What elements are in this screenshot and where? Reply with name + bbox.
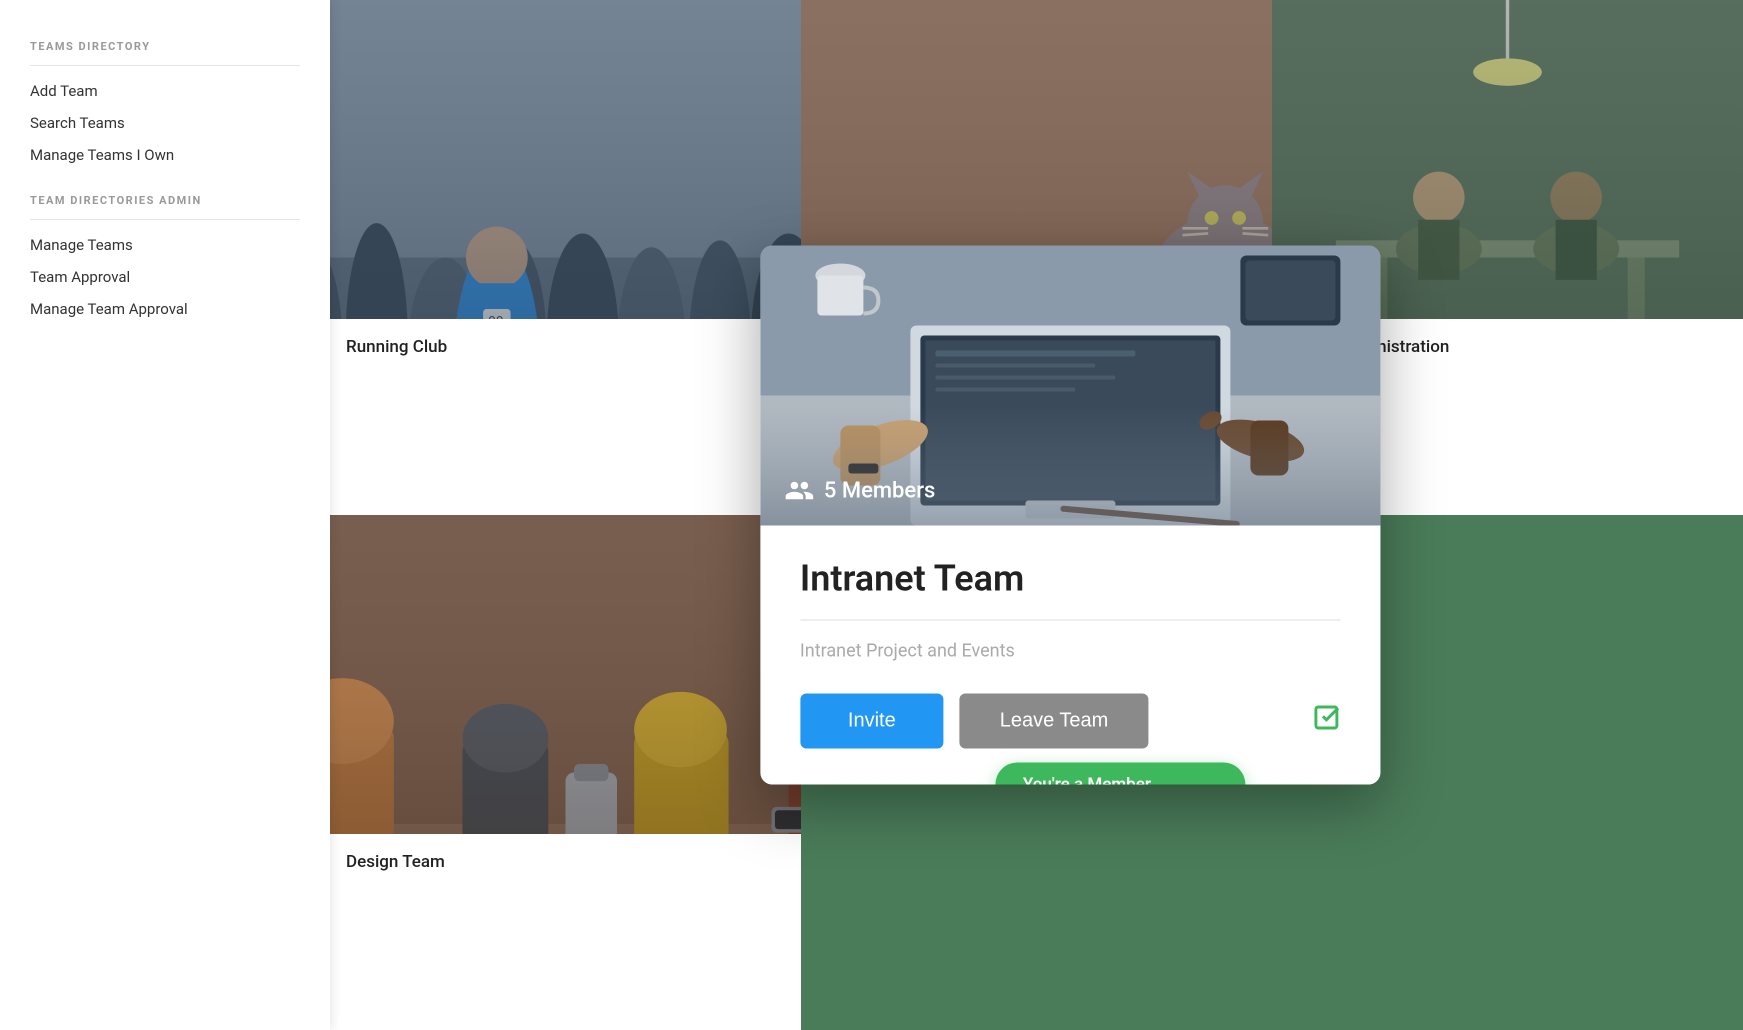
design-title: Design Team (346, 852, 785, 872)
sidebar-link-manage-approval[interactable]: Manage Team Approval (30, 300, 300, 318)
modal-body-divider (800, 620, 1340, 621)
modal-members-badge: 5 Members (784, 476, 935, 506)
sidebar-divider-1 (30, 65, 300, 66)
running-club-title: Running Club (346, 337, 785, 357)
team-card-design[interactable]: 12 Members Design Team (330, 515, 801, 1030)
sidebar-link-add-team[interactable]: Add Team (30, 82, 300, 100)
members-count-label: 5 Members (824, 478, 935, 503)
modal-description: Intranet Project and Events (800, 641, 1340, 662)
members-people-icon (784, 476, 814, 506)
sidebar: TEAMS DIRECTORY Add Team Search Teams Ma… (0, 0, 330, 1030)
member-check-icon (1312, 704, 1340, 739)
sidebar-section-teams-directory: TEAMS DIRECTORY Add Team Search Teams Ma… (30, 40, 300, 164)
invite-button[interactable]: Invite (800, 694, 944, 749)
sidebar-divider-2 (30, 219, 300, 220)
team-card-running[interactable]: 99 Members Running Club (330, 0, 801, 515)
team-modal: 5 Members Intranet Team Intranet Project… (760, 246, 1380, 785)
sidebar-link-search-teams[interactable]: Search Teams (30, 114, 300, 132)
modal-actions: Invite Leave Team (800, 694, 1340, 749)
sidebar-section-admin: TEAM DIRECTORIES ADMIN Manage Teams Team… (30, 194, 300, 318)
modal-hero: 5 Members (760, 246, 1380, 526)
sidebar-section-title-1: TEAMS DIRECTORY (30, 40, 300, 53)
modal-team-name: Intranet Team (800, 558, 1340, 600)
sidebar-link-manage-teams[interactable]: Manage Teams (30, 236, 300, 254)
sidebar-link-team-approval[interactable]: Team Approval (30, 268, 300, 286)
sidebar-link-manage-own[interactable]: Manage Teams I Own (30, 146, 300, 164)
leave-team-button[interactable]: Leave Team (960, 694, 1149, 749)
sidebar-section-title-2: TEAM DIRECTORIES ADMIN (30, 194, 300, 207)
modal-body: Intranet Team Intranet Project and Event… (760, 526, 1380, 785)
check-square-member-icon (1312, 704, 1340, 732)
member-status-badge: You're a Member (995, 763, 1245, 785)
